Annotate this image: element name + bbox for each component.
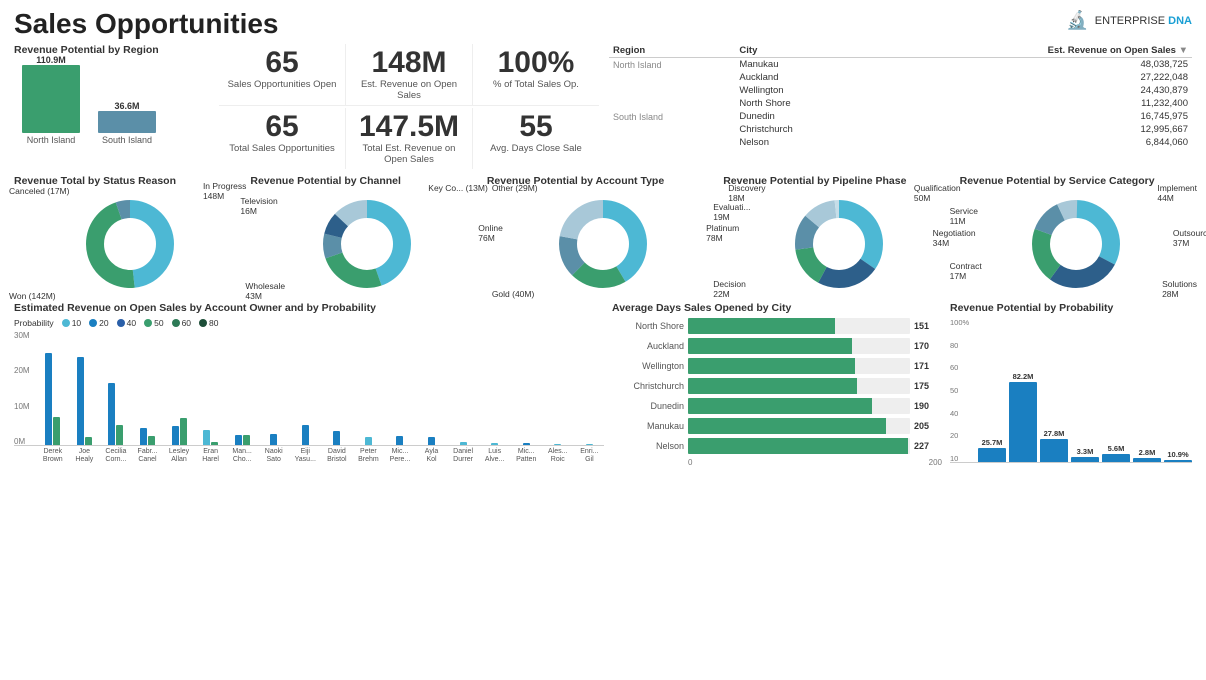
person-group	[511, 332, 541, 445]
person-group	[322, 332, 352, 445]
person-group	[70, 332, 100, 445]
kpi-section: 65 Sales Opportunities Open 148M Est. Re…	[219, 44, 599, 169]
revenue-table: Region City Est. Revenue on Open Sales ▼…	[609, 44, 1192, 149]
prob-bar-col: 5.6M	[1102, 444, 1130, 462]
north-island-bar	[22, 65, 80, 133]
person-group	[543, 332, 573, 445]
person-group	[133, 332, 163, 445]
h-bar-row: Auckland 170	[612, 338, 942, 354]
h-bar-row: Manukau 205	[612, 418, 942, 434]
table-row: South Island Dunedin 16,745,975	[609, 110, 1192, 123]
kpi-pct: 100% % of Total Sales Op.	[473, 44, 599, 105]
bottom-row: Estimated Revenue on Open Sales by Accou…	[14, 302, 1192, 467]
prob-bar-col: 2.8M	[1133, 448, 1161, 462]
south-island-bar	[98, 111, 156, 133]
person-group	[354, 332, 384, 445]
h-bar-row: Wellington 171	[612, 358, 942, 374]
person-group	[196, 332, 226, 445]
x-axis-labels: DerekBrown JoeHealy CeciliaCorn... Fabr.…	[14, 448, 604, 465]
person-group	[480, 332, 510, 445]
kpi-total-opp: 65 Total Sales Opportunities	[219, 108, 346, 169]
donut-status: Revenue Total by Status Reason In Progre…	[14, 175, 246, 296]
h-bar-row: Christchurch 175	[612, 378, 942, 394]
person-group	[448, 332, 478, 445]
donuts-row: Revenue Total by Status Reason In Progre…	[14, 175, 1192, 296]
logo-label: ENTERPRISE DNA	[1095, 15, 1192, 27]
person-group	[575, 332, 605, 445]
table-row: North Island Manukau 48,038,725	[609, 58, 1192, 72]
avg-days-section: Average Days Sales Opened by City North …	[612, 302, 942, 467]
channel-donut-svg	[317, 194, 417, 294]
person-group	[417, 332, 447, 445]
prob-legend: Probability 10 20 40 50 60 80	[14, 318, 604, 328]
page: Sales Opportunities 🔬 ENTERPRISE DNA Rev…	[0, 0, 1206, 680]
kpi-est-rev: 148M Est. Revenue on Open Sales	[346, 44, 473, 105]
prob-revenue-section: Revenue Potential by Probability 100% 80…	[950, 302, 1192, 467]
grouped-bars-container: 30M 20M 10M 0M	[14, 331, 604, 476]
kpi-avg-days: 55 Avg. Days Close Sale	[473, 108, 599, 169]
account-donut-svg	[553, 194, 653, 294]
logo: 🔬 ENTERPRISE DNA	[1066, 10, 1192, 31]
person-group	[101, 332, 131, 445]
grouped-bars	[14, 331, 604, 446]
h-bar-row: North Shore 151	[612, 318, 942, 334]
donut-channel: Revenue Potential by Channel Key Co... (…	[250, 175, 482, 296]
person-group	[227, 332, 257, 445]
donut-pipeline: Revenue Potential by Pipeline Phase Disc…	[723, 175, 955, 296]
h-bar-row: Nelson 227	[612, 438, 942, 454]
prob-bars: 25.7M 82.2M 27.8M 3.3M	[950, 318, 1192, 463]
person-group	[259, 332, 289, 445]
dna-icon: 🔬	[1066, 10, 1088, 31]
revenue-table-section: Region City Est. Revenue on Open Sales ▼…	[609, 44, 1192, 169]
person-group	[291, 332, 321, 445]
header: Sales Opportunities 🔬 ENTERPRISE DNA	[14, 10, 1192, 38]
table-row: Wellington 24,430,879	[609, 84, 1192, 97]
table-row: Auckland 27,222,048	[609, 71, 1192, 84]
table-row: North Shore 11,232,400	[609, 97, 1192, 110]
pipeline-donut-svg	[789, 194, 889, 294]
person-group	[38, 331, 68, 445]
page-title: Sales Opportunities	[14, 10, 279, 38]
person-group	[385, 332, 415, 445]
prob-bar-col: 10.9%	[1164, 450, 1192, 462]
table-row: Nelson 6,844,060	[609, 136, 1192, 149]
kpi-total-est: 147.5M Total Est. Revenue on Open Sales	[346, 108, 473, 169]
region-chart: Revenue Potential by Region 110.9M North…	[14, 44, 209, 169]
prob-chart: 100% 80 60 50 40 20 10 25.7M	[950, 318, 1192, 463]
donut-account: Revenue Potential by Account Type Other …	[487, 175, 719, 296]
service-donut-svg	[1026, 194, 1126, 294]
status-donut-svg	[80, 194, 180, 294]
avg-days-chart: North Shore 151 Auckland 170 Wellington	[612, 318, 942, 467]
grouped-bar-section: Estimated Revenue on Open Sales by Accou…	[14, 302, 604, 467]
prob-bar-col: 27.8M	[1040, 429, 1068, 462]
kpi-opp-open: 65 Sales Opportunities Open	[219, 44, 346, 105]
table-row: Christchurch 12,995,667	[609, 123, 1192, 136]
h-bar-row: Dunedin 190	[612, 398, 942, 414]
prob-bar-col: 3.3M	[1071, 447, 1099, 462]
prob-bar-col: 25.7M	[978, 438, 1006, 462]
prob-bar-col: 82.2M	[1009, 372, 1037, 462]
person-group	[164, 332, 194, 445]
donut-service: Revenue Potential by Service Category Im…	[960, 175, 1192, 296]
